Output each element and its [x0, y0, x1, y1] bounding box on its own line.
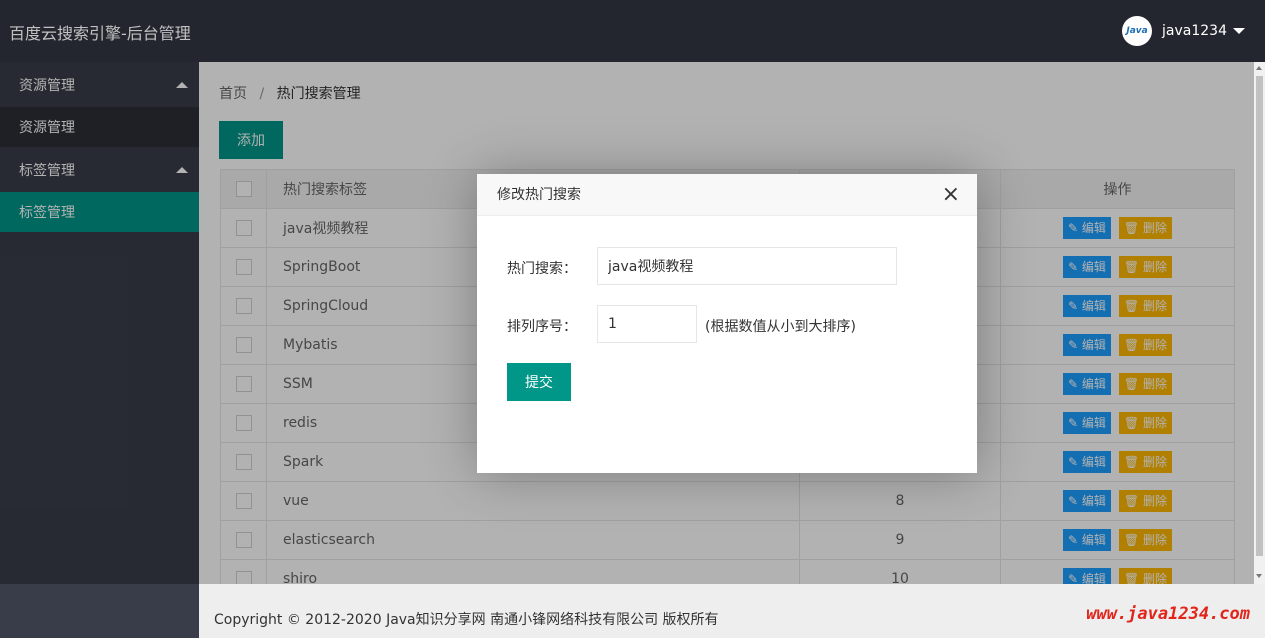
top-header: 百度云搜索引擎-后台管理 Java java1234: [0, 0, 1265, 62]
order-hint: (根据数值从小到大排序): [705, 319, 856, 335]
close-icon[interactable]: ×: [942, 174, 960, 216]
scroll-down-icon[interactable]: [1256, 574, 1262, 578]
chevron-down-icon: [1233, 28, 1245, 34]
footer: Copyright © 2012-2020 Java知识分享网 南通小锋网络科技…: [199, 584, 1265, 638]
dialog-title-bar: 修改热门搜索 ×: [477, 174, 977, 216]
copyright-text: Copyright © 2012-2020 Java知识分享网 南通小锋网络科技…: [214, 612, 719, 628]
dialog-title: 修改热门搜索: [497, 187, 581, 203]
user-menu[interactable]: Java java1234: [1122, 16, 1245, 46]
app-brand: 百度云搜索引擎-后台管理: [9, 24, 191, 43]
watermark: www.java1234.com: [1086, 604, 1250, 624]
keyword-label: 热门搜索：: [507, 261, 577, 277]
edit-hot-search-dialog: 修改热门搜索 × 热门搜索： 排列序号： (根据数值从小到大排序) 提交: [477, 174, 977, 473]
scrollbar[interactable]: [1254, 62, 1265, 584]
scrollbar-thumb[interactable]: [1256, 76, 1263, 556]
order-input[interactable]: [597, 305, 697, 343]
scroll-up-icon[interactable]: [1256, 66, 1262, 70]
username: java1234: [1162, 23, 1227, 39]
submit-button[interactable]: 提交: [507, 363, 571, 401]
avatar: Java: [1122, 16, 1153, 46]
keyword-input[interactable]: [597, 247, 897, 285]
order-label: 排列序号：: [507, 319, 577, 335]
